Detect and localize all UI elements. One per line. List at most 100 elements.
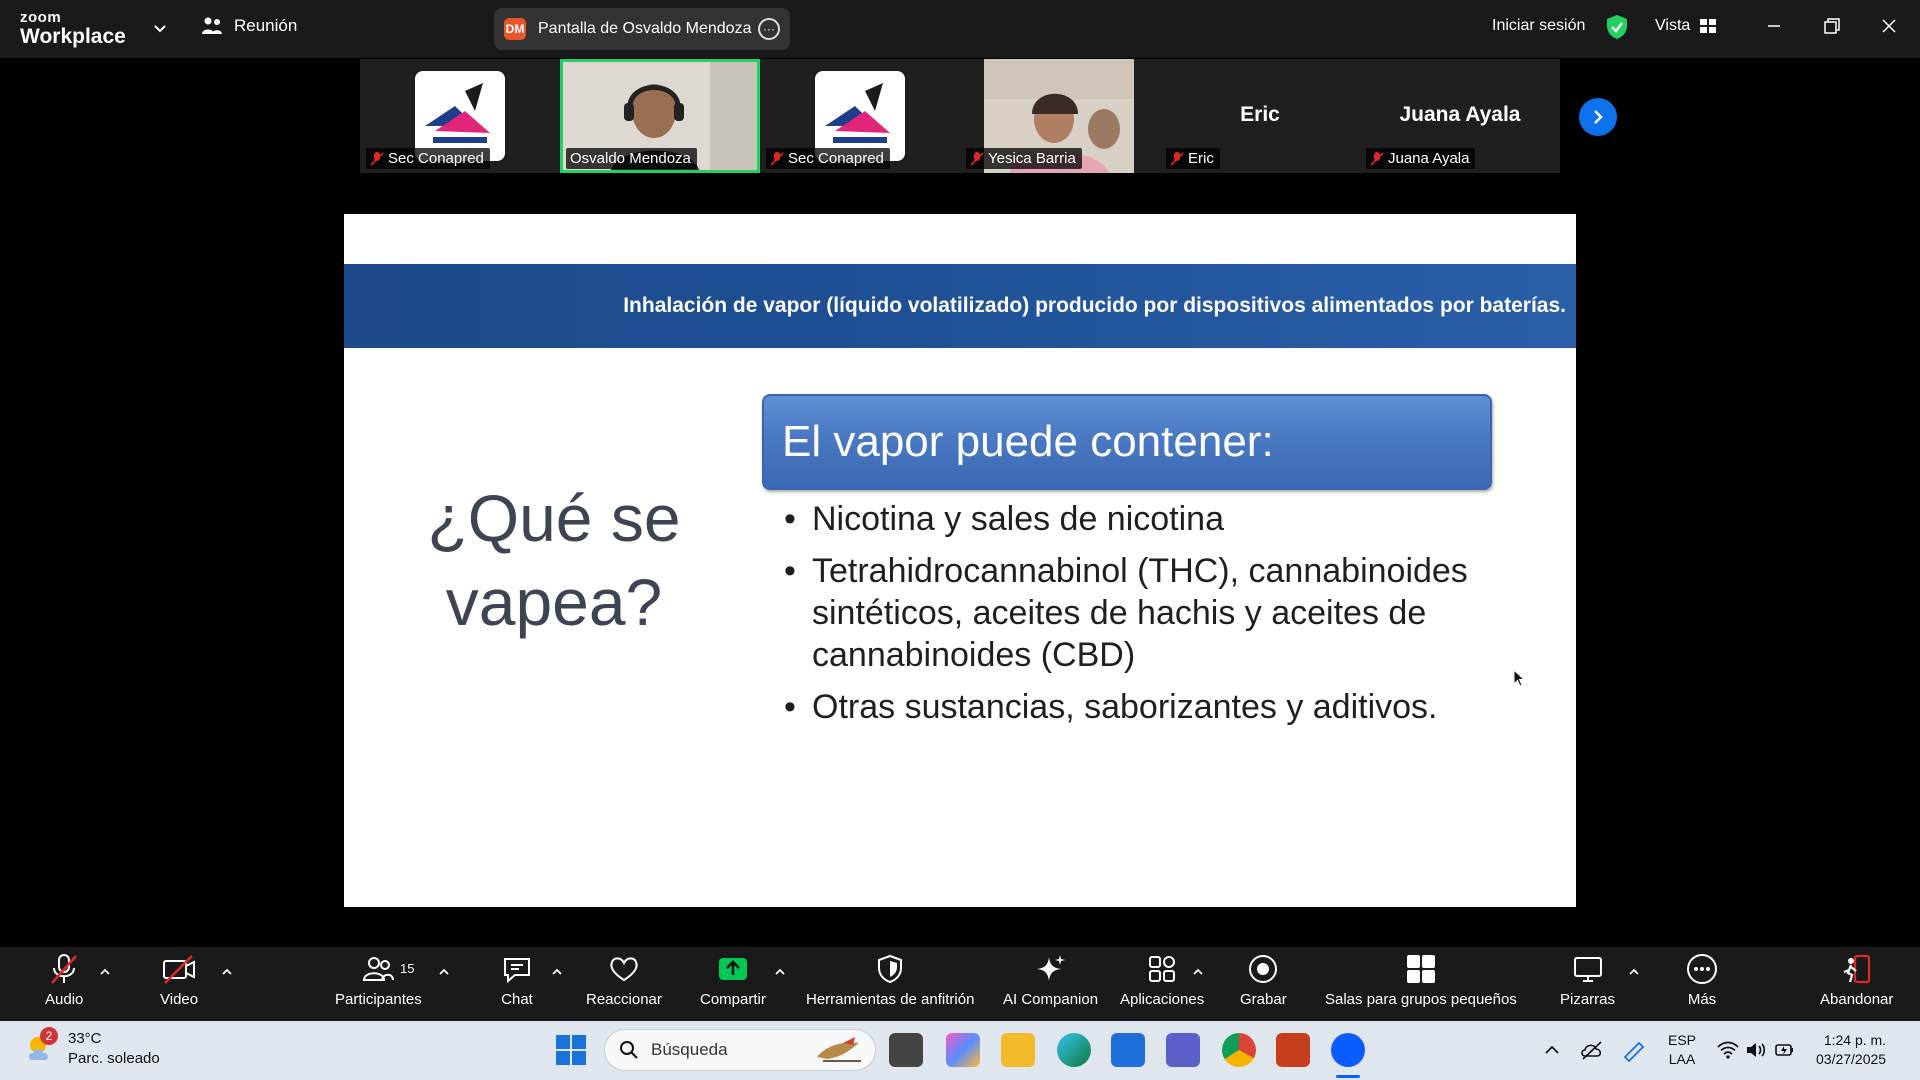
minimize-icon[interactable] [1762,14,1786,38]
chevron-up-icon[interactable] [1544,1043,1560,1057]
ai-companion-label: AI Companion [1003,991,1099,1008]
breakout-rooms-label: Salas para grupos pequeños [1325,991,1517,1008]
meeting-button[interactable]: Reunión [202,16,297,36]
caret-up-icon[interactable] [550,965,564,979]
brand-bottom: Workplace [20,25,126,48]
apps-icon [1149,956,1176,982]
participant-tile[interactable]: Yesica Barria [960,59,1160,173]
react-label: Reaccionar [586,991,662,1008]
teams-icon[interactable] [1166,1033,1200,1067]
chat-icon [504,958,530,984]
participant-name: Juana Ayala [1388,150,1470,167]
weather-widget[interactable]: 2 33°C Parc. soleado [24,1027,160,1069]
battery-icon[interactable] [1774,1041,1796,1059]
chat-label: Chat [501,991,533,1008]
leave-label: Abandonar [1820,991,1894,1008]
language-indicator[interactable]: ESP LAA [1668,1031,1696,1069]
record-button[interactable]: Grabar [1240,953,1287,1008]
slide-question: ¿Qué se vapea? [427,481,681,639]
participant-name-tag: Yesica Barria [966,148,1082,169]
task-view-icon[interactable] [889,1033,923,1067]
participant-tile[interactable]: Juana Ayala Juana Ayala [1360,59,1560,173]
view-button[interactable]: Vista [1655,17,1717,35]
slide-header-band: Inhalación de vapor (líquido volatilizad… [344,264,1576,348]
search-highlight-bird-icon [817,1037,861,1062]
react-button[interactable]: Reaccionar [586,953,662,1008]
participant-display-name: Juana Ayala [1399,103,1521,126]
host-tools-label: Herramientas de anfitrión [806,991,975,1008]
screen-share-indicator[interactable]: DM Pantalla de Osvaldo Mendoza ··· [494,8,790,50]
pen-input-icon[interactable] [1622,1039,1648,1063]
microsoft-store-icon[interactable] [1111,1033,1145,1067]
host-shield-icon [878,954,903,984]
mic-muted-icon [770,151,784,166]
next-page-button[interactable] [1579,98,1617,136]
clock[interactable]: 1:24 p. m. 03/27/2025 [1816,1031,1886,1069]
ai-sparkle-icon [1036,955,1065,981]
restore-icon[interactable] [1820,14,1844,38]
participant-name-tag: Sec Conapred [366,148,490,169]
copilot-icon[interactable] [946,1033,980,1067]
wifi-icon[interactable] [1717,1041,1739,1059]
participant-name: Yesica Barria [988,150,1076,167]
chat-button[interactable]: Chat [501,953,533,1008]
caret-up-icon[interactable] [1627,965,1641,979]
caret-up-icon[interactable] [1191,965,1205,979]
clock-time: 1:24 p. m. [1823,1032,1887,1048]
windows-start-icon[interactable] [556,1035,586,1065]
participant-tile-active-speaker[interactable]: Osvaldo Mendoza [560,59,760,173]
caret-up-icon[interactable] [220,965,234,979]
search-placeholder: Búsqueda [651,1040,728,1059]
onedrive-offline-icon[interactable] [1580,1039,1604,1061]
share-screen-button[interactable]: Compartir [700,953,766,1008]
slide-box-title: El vapor puede contener: [782,417,1274,466]
participant-name: Eric [1188,150,1214,167]
participant-name-tag: Eric [1166,148,1220,169]
security-shield-icon[interactable] [1606,14,1628,40]
breakout-rooms-button[interactable]: Salas para grupos pequeños [1325,953,1517,1008]
edge-browser-icon[interactable] [1057,1033,1091,1067]
file-explorer-icon[interactable] [1001,1033,1035,1067]
whiteboards-button[interactable]: Pizarras [1560,953,1615,1008]
taskbar-search[interactable]: Búsqueda [604,1029,876,1071]
title-bar: zoom Workplace Reunión DM Pantalla de Os… [0,0,1920,58]
volume-icon[interactable] [1745,1041,1767,1059]
mic-muted-icon [1370,151,1384,166]
participant-tile[interactable]: Sec Conapred [360,59,560,173]
meeting-people-icon [202,17,222,34]
chevron-right-icon [1594,110,1603,124]
mouse-cursor-icon [1513,669,1525,687]
video-off-icon [163,955,196,984]
powerpoint-icon[interactable] [1276,1033,1310,1067]
zoom-app-icon[interactable] [1331,1033,1365,1067]
weather-description: Parc. soleado [68,1050,160,1067]
ai-companion-button[interactable]: AI Companion [1003,953,1098,1008]
brand-top: zoom [20,9,62,26]
chrome-icon[interactable] [1222,1033,1256,1067]
chevron-down-icon[interactable] [152,20,168,36]
more-options-icon[interactable]: ··· [758,18,780,40]
participant-name: Osvaldo Mendoza [570,150,691,167]
host-tools-button[interactable]: Herramientas de anfitrión [806,953,974,1008]
video-button[interactable]: Video [160,953,198,1008]
meeting-toolbar: Audio Video Participantes 15 Chat Reacci… [0,947,1920,1021]
participant-tile[interactable]: Eric Eric [1160,59,1360,173]
close-icon[interactable] [1877,14,1901,38]
sign-in-link[interactable]: Iniciar sesión [1492,17,1585,35]
apps-button[interactable]: Aplicaciones [1120,953,1204,1008]
leave-door-icon [1843,954,1870,984]
leave-button[interactable]: Abandonar [1820,953,1893,1008]
caret-up-icon[interactable] [437,965,451,979]
mic-muted-icon [970,151,984,166]
audio-button[interactable]: Audio [45,953,83,1008]
record-label: Grabar [1240,991,1287,1008]
shared-screen-slide: Inhalación de vapor (líquido volatilizad… [344,214,1576,907]
slide-bullet: Nicotina y sales de nicotina [784,498,1504,540]
language-bottom: LAA [1668,1051,1696,1067]
view-label: Vista [1655,17,1691,34]
caret-up-icon[interactable] [773,965,787,979]
participant-tile[interactable]: Sec Conapred [760,59,960,173]
record-icon [1249,955,1278,983]
more-button[interactable]: Más [1686,953,1718,1008]
caret-up-icon[interactable] [98,965,112,979]
